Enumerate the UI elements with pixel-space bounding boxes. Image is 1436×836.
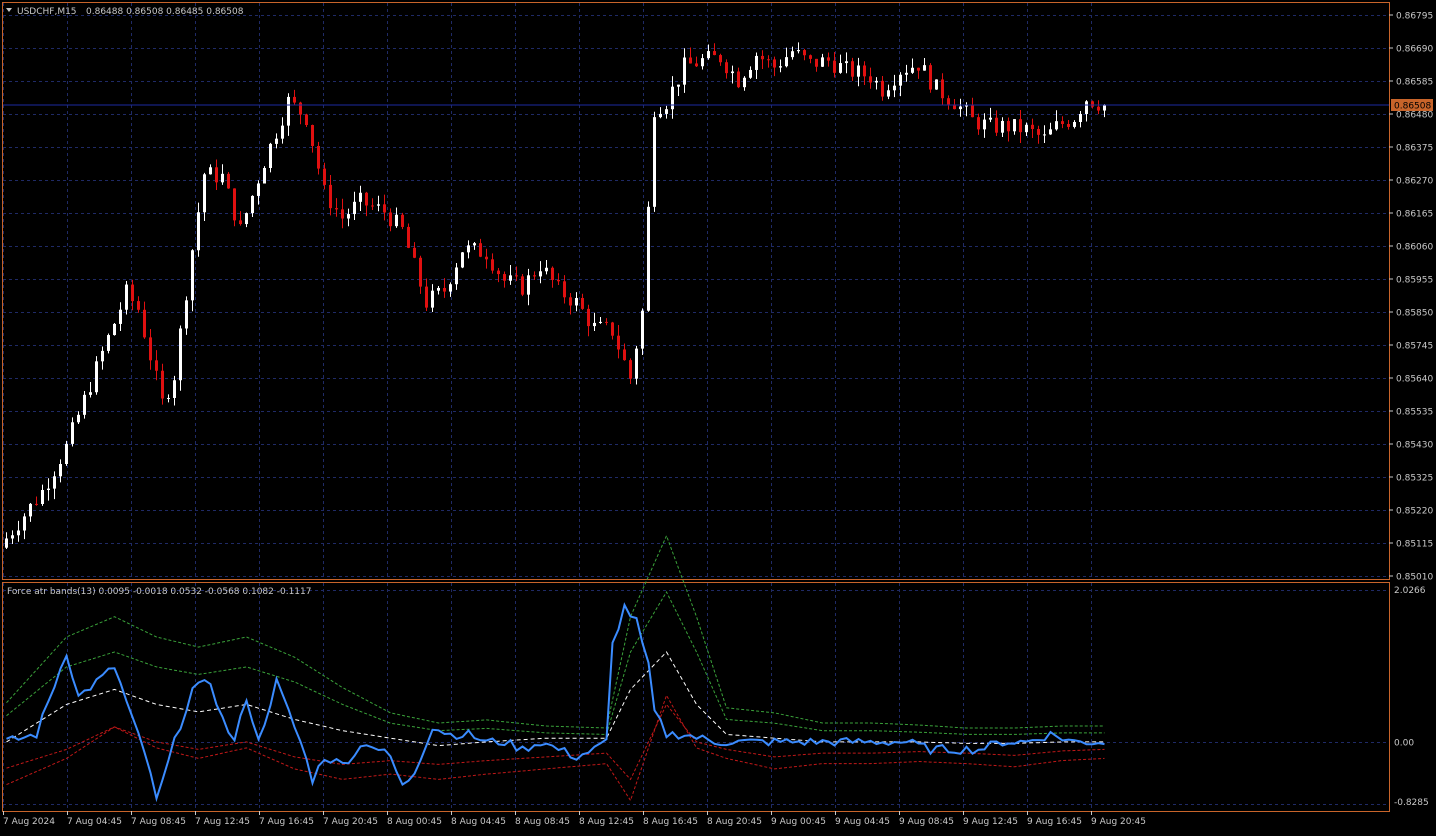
price-tick-label: 0.85535 <box>1396 408 1433 418</box>
time-tick-label: 8 Aug 08:45 <box>515 817 570 827</box>
candle <box>95 356 98 395</box>
current-price-value: 0.86508 <box>1394 102 1431 112</box>
candle <box>65 440 68 466</box>
candle <box>227 171 230 189</box>
time-tick-label: 7 Aug 08:45 <box>131 817 186 827</box>
candle <box>641 308 644 356</box>
candle <box>635 345 638 385</box>
time-tick-label: 8 Aug 00:45 <box>387 817 442 827</box>
price-tick-label: 0.85430 <box>1396 441 1433 451</box>
time-tick-label: 7 Aug 04:45 <box>67 817 122 827</box>
price-tick-label: 0.86795 <box>1396 12 1433 22</box>
time-tick-label: 7 Aug 16:45 <box>259 817 314 827</box>
time-tick-label: 9 Aug 12:45 <box>963 817 1018 827</box>
candle <box>461 252 464 269</box>
candle <box>125 280 128 315</box>
time-tick-label: 9 Aug 16:45 <box>1027 817 1082 827</box>
price-tick-label: 0.85955 <box>1396 276 1433 286</box>
price-tick-label: 0.86060 <box>1396 243 1433 253</box>
time-tick-label: 9 Aug 20:45 <box>1091 817 1146 827</box>
current-price-tag: 0.86508 <box>1391 99 1433 112</box>
price-tick-label: 0.85325 <box>1396 474 1433 484</box>
candle <box>929 63 932 93</box>
time-tick-label: 9 Aug 00:45 <box>771 817 826 827</box>
chart-background <box>0 0 1436 832</box>
price-tick-label: 0.86585 <box>1396 78 1433 88</box>
candle <box>113 322 116 336</box>
time-tick-label: 7 Aug 2024 <box>3 817 55 827</box>
time-tick-label: 9 Aug 04:45 <box>835 817 890 827</box>
time-tick-label: 8 Aug 20:45 <box>707 817 762 827</box>
price-tick-label: 0.86375 <box>1396 144 1433 154</box>
price-tick-label: 0.85010 <box>1396 573 1433 583</box>
price-tick-label: 0.85745 <box>1396 342 1433 352</box>
time-tick-label: 8 Aug 04:45 <box>451 817 506 827</box>
price-tick-label: 0.85115 <box>1396 540 1433 550</box>
candle <box>407 223 410 249</box>
candle <box>107 333 110 354</box>
indicator-tick-label: 2.0266 <box>1394 586 1426 596</box>
price-tick-label: 0.85640 <box>1396 375 1433 385</box>
ohlc-label: 0.86488 0.86508 0.86485 0.86508 <box>86 7 244 17</box>
time-tick-label: 8 Aug 12:45 <box>579 817 634 827</box>
candle <box>647 201 650 312</box>
indicator-tick-label: -0.8285 <box>1394 798 1429 808</box>
candle <box>521 274 524 297</box>
indicator-label: Force atr bands(13) 0.0095 -0.0018 0.053… <box>7 587 311 597</box>
candle <box>263 166 266 184</box>
symbol-label: USDCHF,M15 <box>17 7 77 17</box>
time-tick-label: 8 Aug 16:45 <box>643 817 698 827</box>
candle <box>401 212 404 230</box>
candle <box>653 111 656 212</box>
time-tick-label: 7 Aug 20:45 <box>323 817 378 827</box>
price-tick-label: 0.86690 <box>1396 45 1433 55</box>
indicator-tick-label: 0.00 <box>1394 738 1414 748</box>
price-tick-label: 0.86165 <box>1396 210 1433 220</box>
time-tick-label: 7 Aug 12:45 <box>195 817 250 827</box>
price-tick-label: 0.86270 <box>1396 177 1433 187</box>
price-tick-label: 0.85220 <box>1396 507 1433 517</box>
price-tick-label: 0.85850 <box>1396 309 1433 319</box>
candle <box>935 79 938 90</box>
candle <box>83 390 86 419</box>
time-tick-label: 9 Aug 08:45 <box>899 817 954 827</box>
price-tick-label: 0.86480 <box>1396 111 1433 121</box>
trading-terminal-chart[interactable]: USDCHF,M15 0.86488 0.86508 0.86485 0.865… <box>0 0 1436 832</box>
